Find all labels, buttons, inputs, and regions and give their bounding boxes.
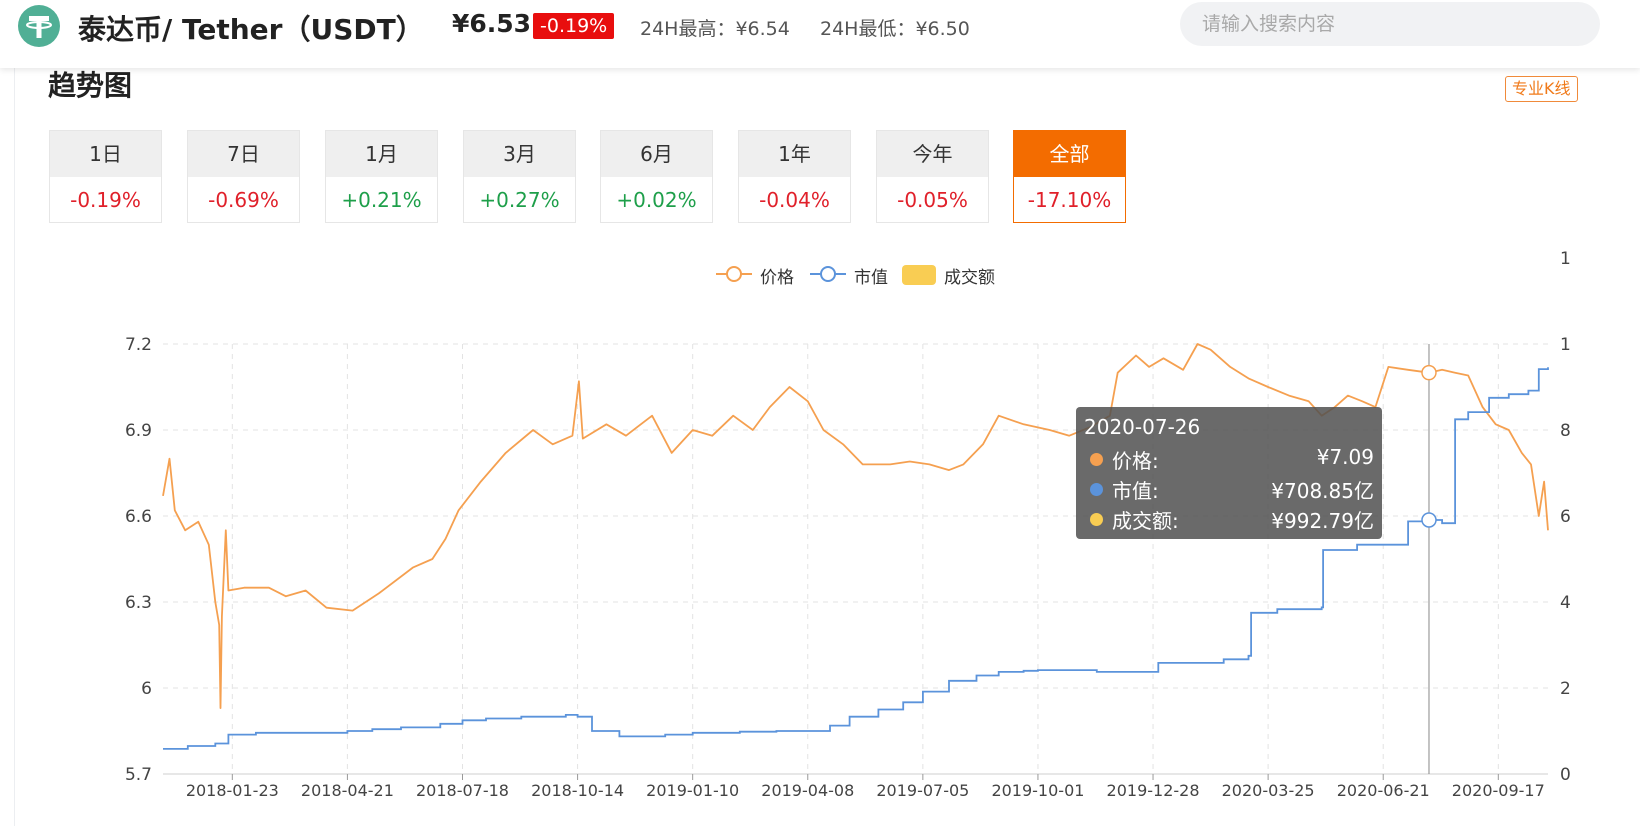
x-tick-label: 2019-12-28 <box>1107 781 1200 800</box>
x-tick-label: 2018-01-23 <box>186 781 279 800</box>
x-tick-label: 2018-10-14 <box>531 781 624 800</box>
x-tick-label: 2019-01-10 <box>646 781 739 800</box>
tooltip-series-value: ¥7.09 <box>1316 445 1374 469</box>
x-tick-label: 2019-07-05 <box>876 781 969 800</box>
low-24h: 24H最低：¥6.50 <box>820 18 970 40</box>
y-tick-label-left: 6.6 <box>125 507 152 527</box>
coin-title: 泰达币/ Tether（USDT） <box>78 13 424 46</box>
y-tick-label-left: 6 <box>141 679 152 699</box>
tooltip-dot <box>1090 483 1103 496</box>
x-tick-label: 2020-06-21 <box>1337 781 1430 800</box>
tether-logo-icon <box>18 5 60 47</box>
tooltip-series-value: ¥708.85亿 <box>1271 479 1374 503</box>
chart-tooltip: 2020-07-26 价格: ¥7.09 市值: ¥708.85亿 成交额: ¥… <box>1076 407 1382 539</box>
tooltip-row-price: 价格: ¥7.09 <box>1084 445 1374 473</box>
tooltip-series-name: 价格: <box>1112 449 1159 473</box>
y-tick-label-right: 2 <box>1560 679 1571 699</box>
y-tick-label-right: 8 <box>1560 421 1571 441</box>
current-price: ¥6.53 <box>452 9 532 38</box>
high-24h: 24H最高：¥6.54 <box>640 18 790 40</box>
tooltip-date: 2020-07-26 <box>1084 415 1201 439</box>
tooltip-dot <box>1090 453 1103 466</box>
tooltip-series-name: 市值: <box>1112 479 1159 503</box>
crosshair-marker-price <box>1421 364 1437 381</box>
crosshair-marker-market-cap <box>1421 512 1437 528</box>
x-tick-label: 2018-07-18 <box>416 781 509 800</box>
top-bar: 泰达币/ Tether（USDT） ¥6.53 -0.19% 24H最高：¥6.… <box>0 0 1640 68</box>
x-tick-label: 2019-04-08 <box>761 781 854 800</box>
y-tick-label-right: 1 <box>1560 249 1571 269</box>
x-tick-label: 2019-10-01 <box>991 781 1084 800</box>
y-tick-label-left: 5.7 <box>125 765 152 785</box>
y-tick-label-right: 1 <box>1560 335 1571 355</box>
tooltip-row-market-cap: 市值: ¥708.85亿 <box>1084 475 1374 503</box>
tooltip-series-name: 成交额: <box>1112 509 1179 533</box>
y-tick-label-right: 4 <box>1560 593 1571 613</box>
tooltip-row-volume: 成交额: ¥992.79亿 <box>1084 505 1374 533</box>
y-tick-label-right: 6 <box>1560 507 1571 527</box>
y-tick-label-left: 6.9 <box>125 421 152 441</box>
x-tick-label: 2020-03-25 <box>1222 781 1315 800</box>
y-tick-label-left: 7.2 <box>125 335 152 355</box>
y-tick-label-right: 0 <box>1560 765 1571 785</box>
tooltip-dot <box>1090 513 1103 526</box>
x-tick-label: 2020-09-17 <box>1452 781 1545 800</box>
y-tick-label-left: 6.3 <box>125 593 152 613</box>
x-tick-label: 2018-04-21 <box>301 781 394 800</box>
search-input[interactable] <box>1180 2 1600 46</box>
trend-chart[interactable]: 7.2 6.9 6.6 6.3 6 5.7 0 2 4 6 8 1 1 2018-01-23 2018-04… <box>0 0 1640 826</box>
tooltip-series-value: ¥992.79亿 <box>1271 509 1374 533</box>
price-change-badge: -0.19% <box>533 13 615 39</box>
